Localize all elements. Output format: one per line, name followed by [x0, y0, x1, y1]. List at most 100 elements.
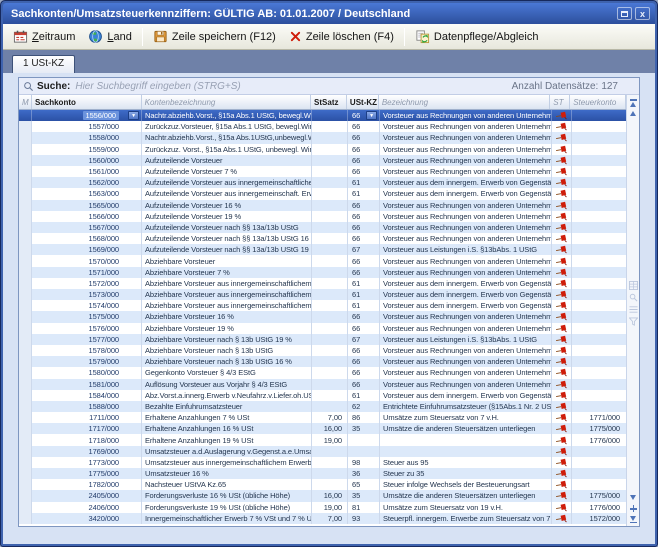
- cell-sachkonto: 1560/000 ▼: [32, 155, 142, 166]
- col-header-st[interactable]: ST: [550, 95, 570, 109]
- dropdown-button[interactable]: ▼: [128, 111, 139, 120]
- table-row[interactable]: 1773/000 ▼ Umsatzsteuer aus innergemeins…: [19, 457, 639, 468]
- row-marker-cell: [19, 479, 32, 490]
- cell-ustkz: 35 ▼: [348, 490, 380, 501]
- cell-ustkz: 81 ▼: [348, 502, 380, 513]
- table-row[interactable]: 1581/000 ▼ Auflösung Vorsteuer aus Vorja…: [19, 379, 639, 390]
- col-header-stsatz[interactable]: StSatz: [311, 95, 347, 109]
- search-label: Suche:: [37, 81, 70, 92]
- table-row[interactable]: 1711/000 ▼ Erhaltene Anzahlungen 7 % USt…: [19, 412, 639, 423]
- cell-kontenbezeichnung: Gegenkonto Vorsteuer § 4/3 EStG: [142, 367, 312, 378]
- table-row[interactable]: 2406/000 ▼ Forderungsverluste 19 % USt (…: [19, 502, 639, 513]
- table-row[interactable]: 1570/000 ▼ Abziehbare Vorsteuer 66 ▼ Vor…: [19, 255, 639, 266]
- table-row[interactable]: 1782/000 ▼ Nachsteuer UStVA Kz.65 65 ▼ S…: [19, 479, 639, 490]
- land-button[interactable]: Land: [82, 26, 137, 47]
- cell-stsatz: [312, 144, 348, 155]
- grid-search-icon[interactable]: [627, 293, 639, 302]
- dropdown-button[interactable]: ▼: [366, 111, 377, 120]
- table-row[interactable]: 1576/000 ▼ Abziehbare Vorsteuer 19 % 66 …: [19, 323, 639, 334]
- col-header-marker[interactable]: M: [19, 95, 32, 109]
- cell-sachkonto: 1711/000 ▼: [32, 412, 142, 423]
- col-header-sachkonto[interactable]: Sachkonto: [32, 95, 142, 109]
- grid-rows-icon[interactable]: [627, 305, 639, 314]
- table-row[interactable]: 1568/000 ▼ Aufzuteilende Vorsteuer nach …: [19, 233, 639, 244]
- table-row[interactable]: 1563/000 ▼ Aufzuteilende Vorsteuer aus i…: [19, 188, 639, 199]
- red-tax-key-pin-icon: [556, 413, 567, 422]
- cell-kontenbezeichnung: Abziehbare Vorsteuer nach § 13b UStG 16 …: [142, 356, 312, 367]
- table-row[interactable]: 1558/000 ▼ Nachtr.abziehb.Vorst., §15a A…: [19, 132, 639, 143]
- table-row[interactable]: 1556/000 ▼ Nachtr.abziehb.Vorst., §15a A…: [19, 110, 639, 121]
- add-row-button[interactable]: [627, 505, 639, 512]
- cell-ustkz: 62 ▼: [348, 401, 380, 412]
- table-row[interactable]: 1571/000 ▼ Abziehbare Vorsteuer 7 % 66 ▼…: [19, 267, 639, 278]
- cell-stsatz: [312, 479, 348, 490]
- table-row[interactable]: 1565/000 ▼ Aufzuteilende Vorsteuer 16 % …: [19, 200, 639, 211]
- datenpflege-button[interactable]: Datenpflege/Abgleich: [409, 26, 545, 47]
- save-row-button[interactable]: Zeile speichern (F12): [147, 26, 282, 47]
- cell-kontenbezeichnung: Erhaltene Anzahlungen 7 % USt: [142, 412, 312, 423]
- table-row[interactable]: 2405/000 ▼ Forderungsverluste 16 % USt (…: [19, 490, 639, 501]
- save-row-label: Zeile speichern (F12): [172, 31, 276, 43]
- table-row[interactable]: 1569/000 ▼ Aufzuteilende Vorsteuer nach …: [19, 244, 639, 255]
- table-row[interactable]: 1579/000 ▼ Abziehbare Vorsteuer nach § 1…: [19, 356, 639, 367]
- row-marker-cell: [19, 289, 32, 300]
- cell-steuerkonto: 1771/000: [572, 412, 628, 423]
- row-marker-cell: [19, 110, 32, 121]
- table-row[interactable]: 1718/000 ▼ Erhaltene Anzahlungen 19 % US…: [19, 434, 639, 445]
- table-row[interactable]: 1577/000 ▼ Abziehbare Vorsteuer nach § 1…: [19, 334, 639, 345]
- cell-bezeichnung: Vorsteuer aus Leistungen i.S. §13bAbs. 1…: [380, 334, 552, 345]
- col-header-kontenbezeichnung[interactable]: Kontenbezeichnung: [142, 95, 311, 109]
- grid-panel: Suche: Anzahl Datensätze:127 M Sachkonto…: [18, 77, 640, 527]
- cell-bezeichnung: Vorsteuer aus dem innergem. Erwerb von G…: [380, 188, 552, 199]
- red-tax-key-pin-icon: [556, 145, 567, 154]
- delete-row-button[interactable]: Zeile löschen (F4): [283, 27, 400, 46]
- tab-ust-kz[interactable]: 1 USt-KZ: [12, 55, 75, 73]
- table-row[interactable]: 1562/000 ▼ Aufzuteilende Vorsteuer aus i…: [19, 177, 639, 188]
- table-row[interactable]: 1717/000 ▼ Erhaltene Anzahlungen 16 % US…: [19, 423, 639, 434]
- cell-kontenbezeichnung: Nachtr.abziehb.Vorst., §15a Abs.1UStG,un…: [142, 132, 312, 143]
- table-row[interactable]: 1566/000 ▼ Aufzuteilende Vorsteuer 19 % …: [19, 211, 639, 222]
- search-input[interactable]: [75, 81, 511, 92]
- table-row[interactable]: 1567/000 ▼ Aufzuteilende Vorsteuer nach …: [19, 222, 639, 233]
- row-marker-cell: [19, 300, 32, 311]
- table-row[interactable]: 1559/000 ▼ Zurückzuz. Vorst., §15a Abs.1…: [19, 144, 639, 155]
- table-row[interactable]: 1580/000 ▼ Gegenkonto Vorsteuer § 4/3 ES…: [19, 367, 639, 378]
- red-tax-key-pin-icon: [556, 380, 567, 389]
- table-row[interactable]: 1573/000 ▼ Abziehbare Vorsteuer aus inne…: [19, 289, 639, 300]
- col-header-steuerkonto[interactable]: Steuerkonto: [570, 95, 626, 109]
- table-row[interactable]: 1578/000 ▼ Abziehbare Vorsteuer nach § 1…: [19, 345, 639, 356]
- table-row[interactable]: 1572/000 ▼ Abziehbare Vorsteuer aus inne…: [19, 278, 639, 289]
- restore-button[interactable]: [617, 7, 632, 20]
- close-button[interactable]: x: [635, 7, 650, 20]
- table-row[interactable]: 1557/000 ▼ Zurückzuz.Vorsteuer, §15a Abs…: [19, 121, 639, 132]
- cell-st: [552, 177, 572, 188]
- cell-bezeichnung: Vorsteuer aus Rechnungen von anderen Unt…: [380, 110, 552, 121]
- scroll-down-button[interactable]: [627, 495, 639, 500]
- scroll-top-button[interactable]: [627, 98, 639, 107]
- scroll-bottom-button[interactable]: [627, 516, 639, 525]
- app-window: Sachkonten/Umsatzsteuerkennziffern: GÜLT…: [0, 0, 658, 547]
- cell-stsatz: [312, 222, 348, 233]
- scroll-up-button[interactable]: [627, 111, 639, 116]
- table-row[interactable]: 1769/000 ▼ Umsatzsteuer a.d.Auslagerung …: [19, 446, 639, 457]
- table-row[interactable]: 1575/000 ▼ Abziehbare Vorsteuer 16 % 66 …: [19, 311, 639, 322]
- cell-sachkonto: 3420/000 ▼: [32, 513, 142, 524]
- cell-st: [552, 490, 572, 501]
- zeitraum-button[interactable]: Zeitraum: [7, 26, 81, 47]
- table-row[interactable]: 1560/000 ▼ Aufzuteilende Vorsteuer 66 ▼ …: [19, 155, 639, 166]
- table-row[interactable]: 1775/000 ▼ Umsatzsteuer 16 % 36 ▼ Steuer…: [19, 468, 639, 479]
- cell-steuerkonto: [572, 121, 628, 132]
- table-row[interactable]: 3420/000 ▼ Innergemeinschaftlicher Erwer…: [19, 513, 639, 524]
- col-header-bezeichnung[interactable]: Bezeichnung: [379, 95, 550, 109]
- cell-ustkz: 66 ▼: [348, 211, 380, 222]
- cell-stsatz: 7,00: [312, 412, 348, 423]
- table-row[interactable]: 1588/000 ▼ Bezahlte Einfuhrumsatzsteuer …: [19, 401, 639, 412]
- cell-sachkonto: 1718/000 ▼: [32, 434, 142, 445]
- col-header-ustkz[interactable]: USt-KZ: [347, 95, 379, 109]
- grid-settings-icon[interactable]: [627, 281, 639, 290]
- cell-st: [552, 468, 572, 479]
- table-row[interactable]: 1574/000 ▼ Abziehbare Vorsteuer aus inne…: [19, 300, 639, 311]
- table-row[interactable]: 1584/000 ▼ Abz.Vorst.a.innerg.Erwerb v.N…: [19, 390, 639, 401]
- grid-filter-icon[interactable]: [627, 317, 639, 326]
- table-row[interactable]: 1561/000 ▼ Aufzuteilende Vorsteuer 7 % 6…: [19, 166, 639, 177]
